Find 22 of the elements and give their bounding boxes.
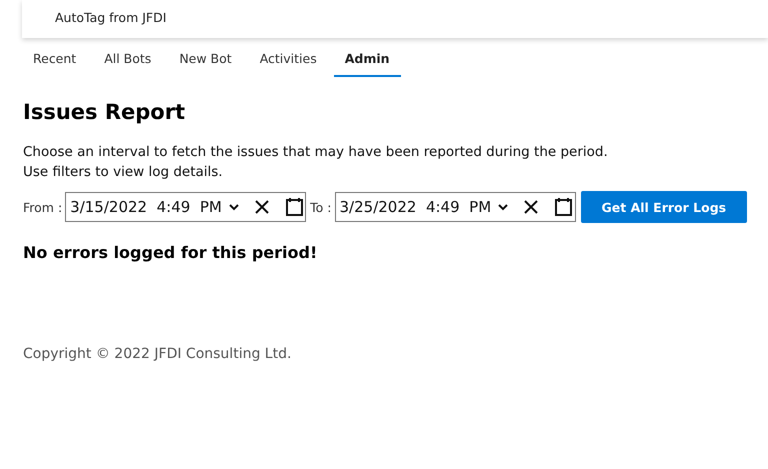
chevron-down-icon[interactable] bbox=[228, 203, 240, 211]
description-text: Choose an interval to fetch the issues that may have been reported during the period. bbox=[23, 143, 609, 162]
page-heading: Issues Report bbox=[23, 100, 186, 124]
get-logs-button[interactable]: Get All Error Logs bbox=[580, 191, 748, 223]
clear-icon[interactable] bbox=[254, 200, 269, 214]
nav-tab[interactable]: Admin bbox=[334, 44, 401, 77]
date-label: To : bbox=[310, 200, 332, 214]
app-title: AutoTag from JFDI bbox=[55, 10, 166, 24]
date-field[interactable]: 3/15/2022 4:49 PM bbox=[65, 192, 306, 222]
description-text: Use filters to view log details. bbox=[23, 163, 224, 182]
date-field[interactable]: 3/25/2022 4:49 PM bbox=[334, 192, 576, 222]
chevron-down-icon[interactable] bbox=[497, 203, 510, 211]
calendar-icon[interactable] bbox=[286, 198, 303, 216]
copyright-text: Copyright © 2022 JFDI Consulting Ltd. bbox=[23, 346, 292, 362]
nav-tab[interactable]: Activities bbox=[248, 44, 328, 77]
nav-tab[interactable]: New Bot bbox=[168, 44, 243, 77]
nav-tab[interactable]: Recent bbox=[22, 44, 88, 77]
status-message: No errors logged for this period! bbox=[23, 243, 318, 262]
clear-icon[interactable] bbox=[524, 200, 538, 214]
nav-tab[interactable]: All Bots bbox=[93, 44, 162, 77]
date-label: From : bbox=[23, 200, 62, 214]
calendar-icon[interactable] bbox=[555, 198, 572, 216]
